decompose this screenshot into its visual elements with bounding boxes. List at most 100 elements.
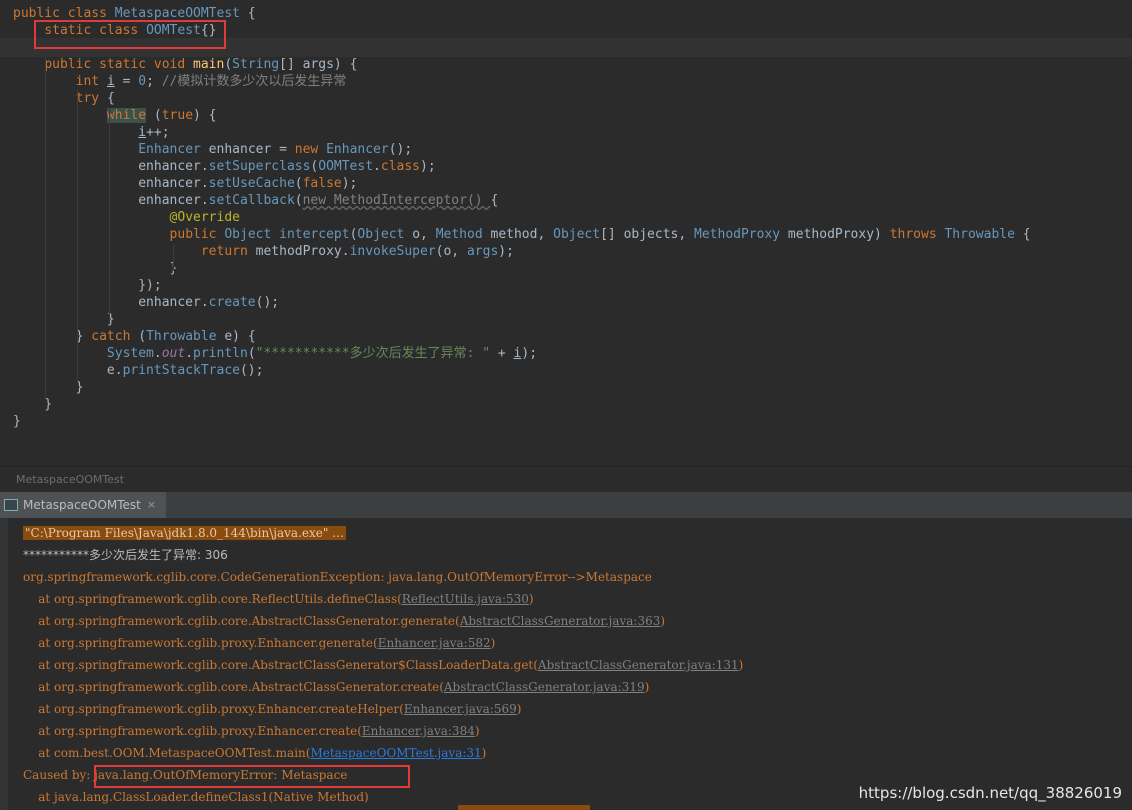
stack-frame-tail: )	[644, 680, 650, 694]
stack-frame-tail: )	[490, 636, 496, 650]
stack-frame-text: at org.springframework.cglib.proxy.Enhan…	[23, 702, 404, 716]
code-token: (	[294, 193, 303, 208]
code-token: i	[106, 74, 115, 89]
code-token: =	[114, 74, 139, 89]
code-token: methodProxy.	[255, 244, 350, 259]
code-line[interactable]: enhancer.setUseCache(false);	[13, 175, 357, 192]
indent-guide	[173, 244, 174, 271]
code-token: setUseCache	[208, 176, 295, 191]
error-text: at java.lang.ClassLoader.defineClass1(Na…	[23, 790, 369, 804]
code-line[interactable]: }	[13, 413, 21, 430]
error-text: org.springframework.cglib.core.CodeGener…	[23, 570, 652, 584]
code-token: [] objects,	[600, 227, 695, 242]
breadcrumb[interactable]: MetaspaceOOMTest	[0, 470, 1132, 490]
code-token: {	[490, 193, 499, 208]
code-token: e) {	[216, 329, 256, 344]
console-line: at org.springframework.cglib.proxy.Enhan…	[23, 720, 479, 742]
run-tab[interactable]: MetaspaceOOMTest ×	[0, 492, 167, 518]
code-token: MetaspaceOOMTest	[114, 6, 240, 21]
code-token: ++;	[146, 125, 170, 140]
code-line[interactable]: }	[13, 260, 178, 277]
code-line[interactable]: e.printStackTrace();	[13, 362, 264, 379]
code-line[interactable]: }	[13, 396, 52, 413]
stack-frame-link[interactable]: AbstractClassGenerator.java:363	[460, 614, 661, 628]
code-token: setCallback	[208, 193, 295, 208]
console-line: at org.springframework.cglib.proxy.Enhan…	[23, 698, 521, 720]
code-token: Method	[435, 227, 483, 242]
code-line[interactable]: i++;	[13, 124, 170, 141]
code-token: out	[161, 346, 186, 361]
stack-frame-text: at org.springframework.cglib.proxy.Enhan…	[23, 636, 378, 650]
code-line[interactable]: public Object intercept(Object o, Method…	[13, 226, 1031, 243]
code-token: MethodProxy	[694, 227, 781, 242]
code-token: invokeSuper	[349, 244, 436, 259]
run-tool-tabbar: MetaspaceOOMTest ×	[0, 492, 1132, 519]
code-token: catch	[91, 329, 139, 344]
code-editor[interactable]: public class MetaspaceOOMTest { static c…	[0, 0, 1132, 470]
code-token: try	[75, 91, 107, 106]
run-tab-label: MetaspaceOOMTest	[23, 498, 141, 512]
code-line[interactable]: System.out.println("***********多少次后发生了异常…	[13, 345, 537, 362]
code-token: ) {	[193, 108, 217, 123]
close-icon[interactable]: ×	[147, 492, 156, 518]
run-console[interactable]: "C:\Program Files\Java\jdk1.8.0_144\bin\…	[0, 518, 1132, 810]
stack-frame-link[interactable]: MetaspaceOOMTest.java:31	[310, 746, 481, 760]
stack-frame-tail: )	[660, 614, 666, 628]
code-token: args	[466, 244, 499, 259]
code-token: }	[13, 414, 21, 429]
code-token: }	[13, 397, 53, 412]
stack-frame-tail: )	[516, 702, 522, 716]
stack-frame-link[interactable]: AbstractClassGenerator.java:131	[538, 658, 739, 672]
code-token: String	[232, 57, 280, 72]
code-token: Throwable	[146, 329, 217, 344]
code-line[interactable]: }	[13, 379, 84, 396]
code-line[interactable]: @Override	[13, 209, 240, 226]
code-line[interactable]: enhancer.setCallback(new MethodIntercept…	[13, 192, 498, 209]
code-line[interactable]: Enhancer enhancer = new Enhancer();	[13, 141, 412, 158]
code-line[interactable]: }	[13, 311, 115, 328]
code-token: ();	[239, 363, 264, 378]
code-line[interactable]: try {	[13, 90, 115, 107]
stack-frame-link[interactable]: Enhancer.java:384	[362, 724, 475, 738]
stack-frame-text: at org.springframework.cglib.proxy.Enhan…	[23, 724, 362, 738]
stack-frame-tail: )	[528, 592, 534, 606]
code-token: printStackTrace	[122, 363, 240, 378]
code-line[interactable]: enhancer.create();	[13, 294, 279, 311]
code-token: .	[185, 346, 194, 361]
stack-frame-tail: )	[481, 746, 487, 760]
code-token: e.	[13, 363, 123, 378]
stack-frame-link[interactable]: ReflectUtils.java:530	[402, 592, 529, 606]
code-line[interactable]: while (true) {	[13, 107, 217, 124]
code-token: OOMTest	[318, 159, 374, 174]
code-token: public class	[13, 6, 115, 21]
code-token: create	[208, 295, 256, 310]
code-token: (o,	[435, 244, 467, 259]
code-token: public static void	[44, 57, 194, 72]
panel-divider[interactable]	[0, 466, 1132, 467]
code-token: System	[106, 346, 154, 361]
code-token: false	[302, 176, 342, 191]
indent-guide	[45, 57, 46, 400]
console-line: "C:\Program Files\Java\jdk1.8.0_144\bin\…	[23, 522, 346, 544]
code-token: println	[193, 346, 248, 361]
code-token: ;	[146, 74, 162, 89]
code-token: );	[498, 244, 514, 259]
console-line: at com.best.OOM.MetaspaceOOMTest.main(Me…	[23, 742, 486, 764]
code-line[interactable]: return methodProxy.invokeSuper(o, args);	[13, 243, 514, 260]
code-token: (	[224, 57, 233, 72]
code-line[interactable]: int i = 0; //模拟计数多少次以后发生异常	[13, 73, 347, 90]
code-token: enhancer.	[13, 176, 209, 191]
code-token: }	[13, 312, 115, 327]
code-line[interactable]: } catch (Throwable e) {	[13, 328, 256, 345]
stack-frame-link[interactable]: Enhancer.java:569	[404, 702, 517, 716]
code-line[interactable]: });	[13, 277, 162, 294]
code-token: }	[13, 261, 178, 276]
code-line[interactable]: public static void main(String[] args) {	[13, 56, 357, 73]
stack-frame-link[interactable]: AbstractClassGenerator.java:319	[444, 680, 645, 694]
stack-frame-text: at com.best.OOM.MetaspaceOOMTest.main(	[23, 746, 311, 760]
stack-frame-link[interactable]: Enhancer.java:582	[378, 636, 491, 650]
watermark: https://blog.csdn.net/qq_38826019	[858, 784, 1122, 802]
console-line: org.springframework.cglib.core.CodeGener…	[23, 566, 652, 588]
stack-frame-text: at org.springframework.cglib.core.Abstra…	[23, 658, 538, 672]
